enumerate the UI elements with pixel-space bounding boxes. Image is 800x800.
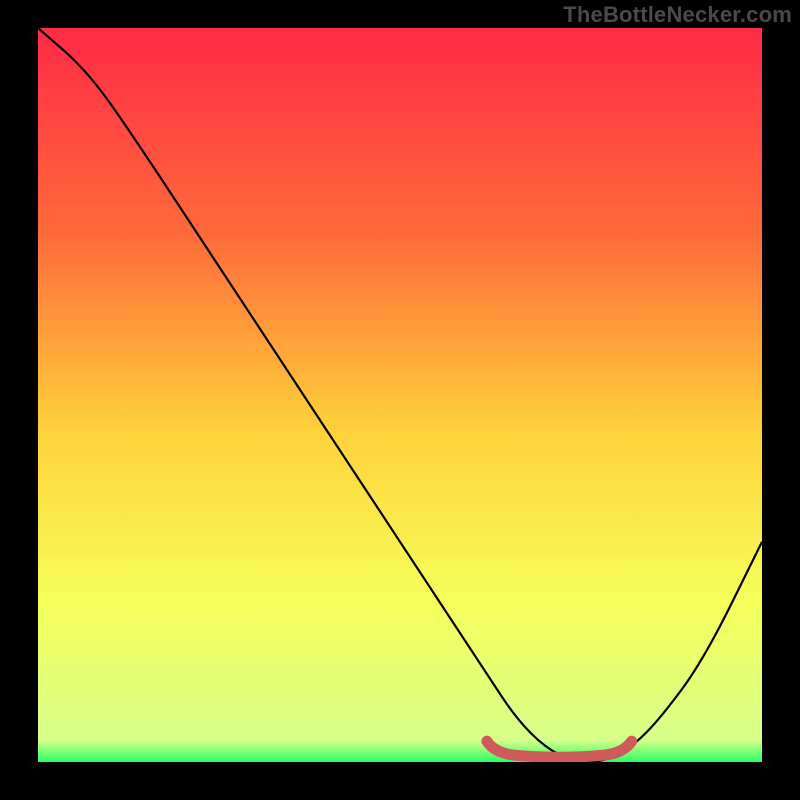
chart-container: TheBottleNecker.com (0, 0, 800, 800)
watermark-label: TheBottleNecker.com (563, 2, 792, 28)
bottleneck-chart (38, 28, 762, 762)
plot-frame (38, 28, 762, 762)
gradient-background (38, 28, 762, 762)
